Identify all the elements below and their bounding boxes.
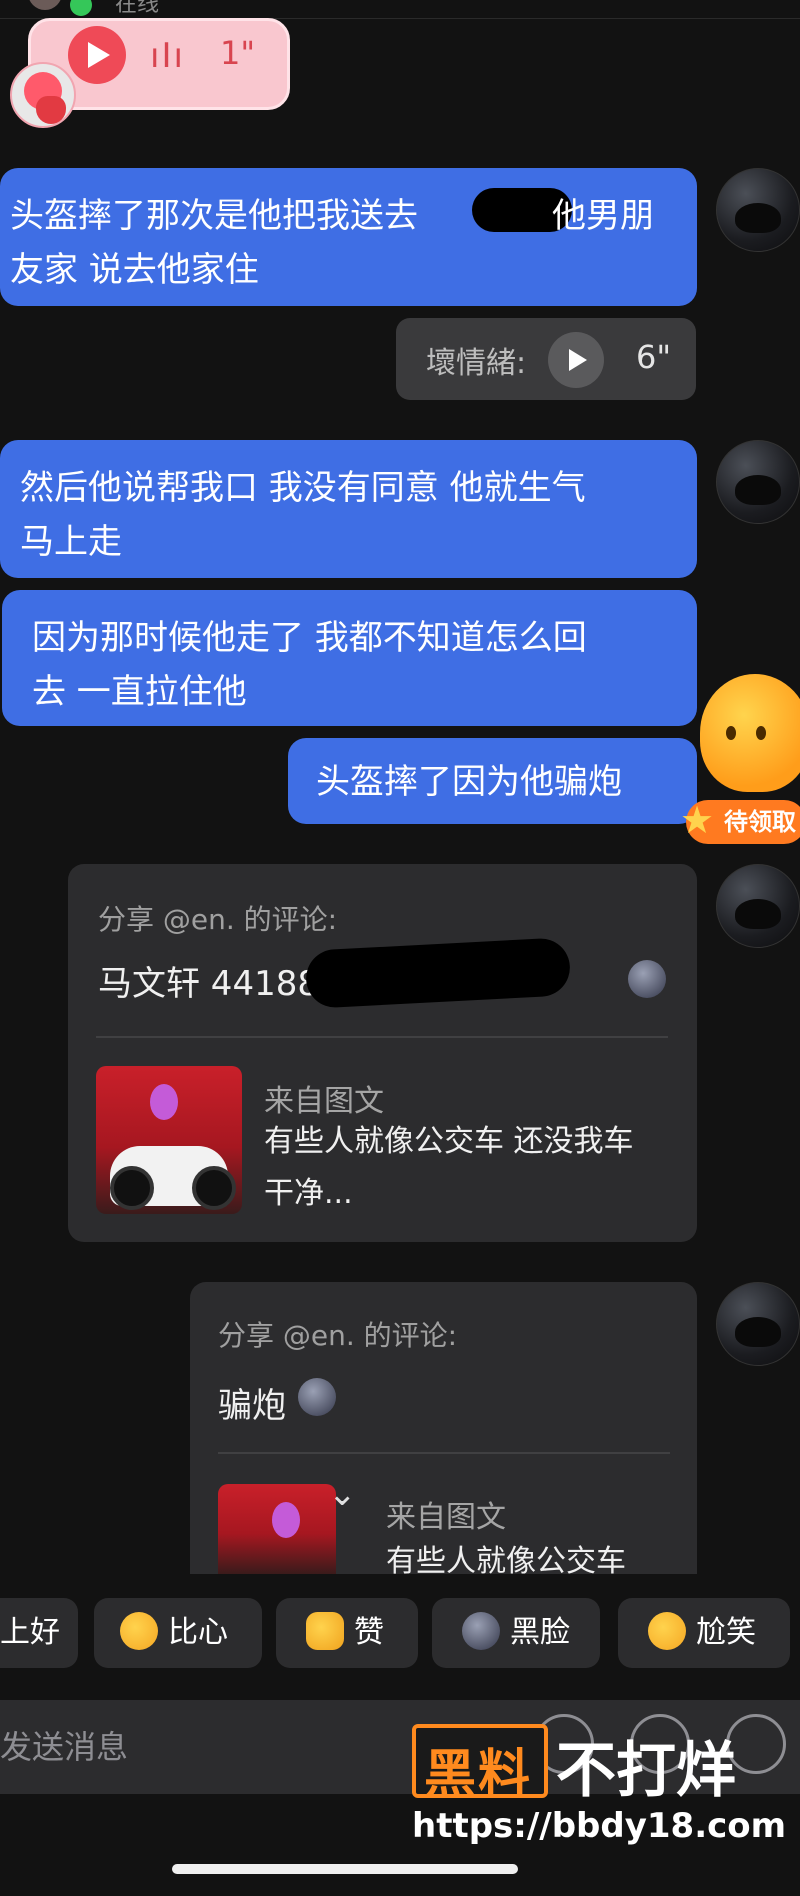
quick-reaction-button[interactable]: 赞 [276, 1598, 418, 1668]
voice-duration: 6" [636, 338, 672, 376]
home-indicator[interactable] [172, 1864, 518, 1874]
shared-comment-card[interactable]: 分享 @en. 的评论: 骗炮 来自图文 有些人就像公交车 [190, 1282, 697, 1579]
grin-sweat-icon [648, 1611, 686, 1650]
reaction-label: 黑脸 [510, 1615, 570, 1650]
post-title: 有些人就像公交车 还没我车 [264, 1124, 634, 1159]
share-header: 分享 @en. 的评论: [98, 903, 338, 936]
shared-comment-text: 骗炮 [218, 1386, 286, 1426]
reaction-label: 比心 [168, 1615, 228, 1650]
message-text: 因为那时候他走了 我都不知道怎么回 [32, 618, 587, 658]
play-icon [569, 349, 587, 371]
play-icon [88, 42, 110, 68]
play-voice-button[interactable] [548, 332, 604, 388]
expand-chevron-icon[interactable]: ⌄ [328, 1474, 357, 1514]
online-status-text: 在线 [115, 0, 160, 17]
message-text: 马上走 [20, 522, 122, 562]
message-text: 友家 说去他家住 [10, 250, 259, 290]
contact-avatar[interactable] [28, 0, 62, 10]
source-label: 来自图文 [264, 1084, 384, 1119]
mascot-eye-icon [756, 726, 766, 740]
watermark-logo: 黑料 [412, 1724, 548, 1805]
post-title: 有些人就像公交车 [386, 1544, 626, 1579]
message-text: 他男朋 [552, 196, 654, 236]
reaction-label: 尬笑 [696, 1615, 756, 1650]
message-text: 头盔摔了那次是他把我送去 [10, 196, 418, 236]
my-avatar[interactable] [716, 864, 800, 948]
dark-face-icon [462, 1611, 500, 1650]
message-bubble[interactable]: 头盔摔了那次是他把我送去 他男朋 友家 说去他家住 [0, 168, 697, 306]
card-divider [96, 1036, 668, 1038]
source-label: 来自图文 [386, 1500, 506, 1535]
watermark-url: https://bbdy18.com [412, 1806, 787, 1846]
my-avatar[interactable] [716, 440, 800, 524]
quick-reaction-button[interactable]: 尬笑 [618, 1598, 790, 1668]
online-status-dot-icon [70, 0, 92, 16]
message-text: 头盔摔了因为他骗炮 [316, 762, 622, 802]
message-bubble[interactable]: 然后他说帮我口 我没有同意 他就生气 马上走 [0, 440, 697, 578]
message-bubble[interactable]: 因为那时候他走了 我都不知道怎么回 去 一直拉住他 [2, 590, 697, 726]
message-bubble[interactable]: 头盔摔了因为他骗炮 [288, 738, 697, 824]
reaction-label: 赞 [354, 1615, 384, 1650]
dark-face-emoji-icon [628, 960, 666, 998]
mascot-sticker[interactable] [700, 674, 800, 792]
waveform-icon: ıIı [150, 36, 185, 76]
watermark-box-text: 黑料 [424, 1745, 533, 1805]
voice-label: 壞情緒: [426, 346, 527, 381]
dark-face-emoji-icon [298, 1378, 336, 1416]
watermark-text: 不打烊 [556, 1736, 736, 1806]
message-text: 去 一直拉住他 [32, 672, 247, 712]
quick-reaction-button[interactable]: 黑脸 [432, 1598, 600, 1668]
mascot-eye-icon [726, 726, 736, 740]
thumbs-up-icon [306, 1611, 344, 1650]
redaction-mark [304, 937, 572, 1009]
post-thumbnail[interactable] [218, 1484, 336, 1574]
star-icon: ★ [680, 798, 715, 842]
message-text: 然后他说帮我口 我没有同意 他就生气 [20, 468, 586, 508]
shared-comment-text: 马文轩 44188 [98, 964, 319, 1004]
message-input[interactable]: 发送消息 [0, 1722, 128, 1768]
heart-hands-emoji-icon [120, 1611, 158, 1650]
my-avatar[interactable] [716, 1282, 800, 1366]
voice-duration: 1" [220, 34, 256, 72]
post-thumbnail[interactable] [96, 1066, 242, 1214]
card-divider [218, 1452, 670, 1454]
shared-comment-card[interactable]: 分享 @en. 的评论: 马文轩 44188 来自图文 有些人就像公交车 还没我… [68, 864, 697, 1242]
play-voice-button[interactable] [68, 26, 126, 84]
quick-reaction-button[interactable]: 上好 [0, 1598, 78, 1668]
reaction-label: 上好 [0, 1615, 60, 1650]
post-title: 干净... [264, 1176, 353, 1211]
my-avatar[interactable] [716, 168, 800, 252]
share-header: 分享 @en. 的评论: [218, 1319, 458, 1352]
quick-reaction-button[interactable]: 比心 [94, 1598, 262, 1668]
